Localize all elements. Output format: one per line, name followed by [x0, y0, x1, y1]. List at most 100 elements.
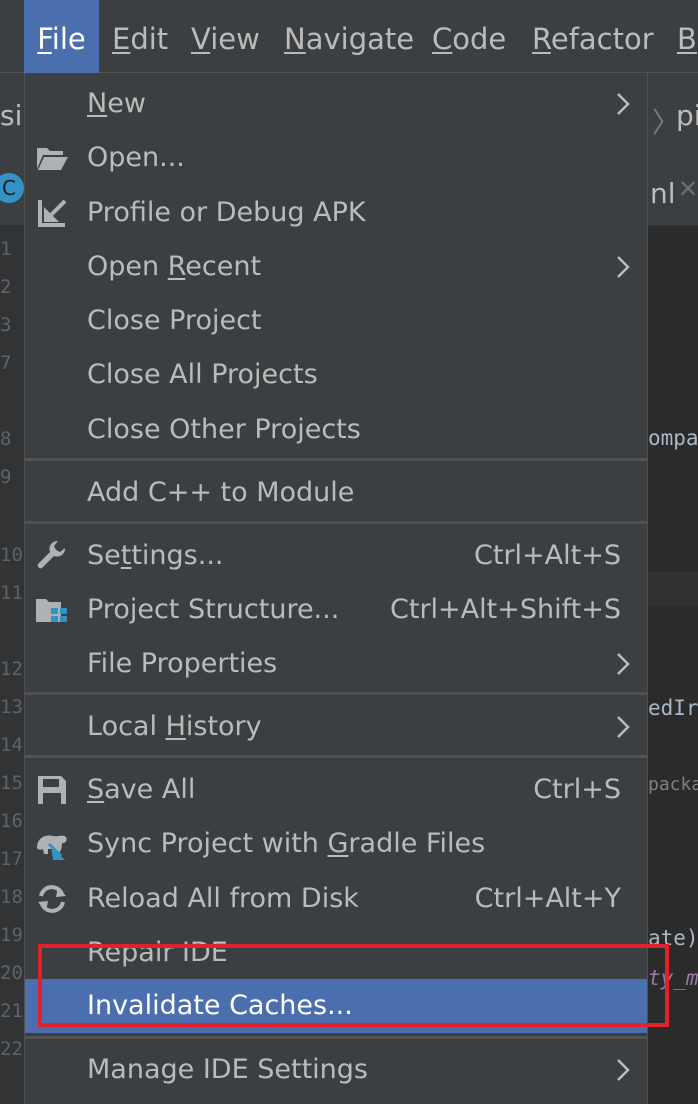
- menu-label: dit: [130, 22, 169, 56]
- folder-icon: [37, 148, 68, 170]
- menu-view[interactable]: View: [191, 0, 260, 73]
- line-number: 3: [0, 314, 12, 336]
- submenu-arrow-icon: [617, 716, 630, 738]
- menu-item-profile-debug-apk[interactable]: Profile or Debug APK: [25, 186, 647, 240]
- menu-item-close-project[interactable]: Close Project: [25, 294, 647, 348]
- line-number: 14: [0, 734, 23, 756]
- line-number: 1: [0, 238, 12, 260]
- menu-mnemonic: F: [37, 22, 52, 56]
- menu-item-settings[interactable]: Settings... Ctrl+Alt+S: [25, 529, 647, 583]
- menu-item-add-cpp-to-module[interactable]: Add C++ to Module: [25, 466, 647, 520]
- gradle-sync-icon: [37, 835, 67, 860]
- menu-item-label: Reload All from Disk: [87, 883, 359, 914]
- menu-item-open[interactable]: Open...: [25, 131, 647, 185]
- submenu-arrow-icon: [617, 653, 630, 675]
- menu-mnemonic: C: [432, 22, 453, 56]
- menu-item-project-structure[interactable]: Project Structure... Ctrl+Alt+Shift+S: [25, 583, 647, 637]
- menu-item-label: Open...: [87, 142, 185, 173]
- tab-close-icon[interactable]: ✕: [678, 175, 698, 203]
- menu-item-label: Close Project: [87, 305, 262, 336]
- menu-item-label: Profile or Debug APK: [87, 197, 366, 228]
- menu-item-label: Close Other Projects: [87, 414, 361, 445]
- menu-mnemonic: N: [284, 22, 306, 56]
- menu-item-shortcut: Ctrl+Alt+Y: [474, 883, 621, 914]
- editor-tab-label[interactable]: nl: [650, 177, 676, 210]
- menu-item-label: Open Recent: [87, 251, 262, 282]
- import-arrow-icon: [38, 199, 67, 227]
- breadcrumb-left[interactable]: si: [0, 99, 22, 132]
- menu-item-shortcut: Ctrl+Alt+S: [474, 540, 621, 571]
- highlight-annotation-box: [38, 944, 669, 1027]
- code-fragment: ompa: [648, 426, 698, 450]
- menu-mnemonic: E: [112, 22, 131, 56]
- line-number: 2: [0, 276, 12, 298]
- submenu-arrow-icon: [617, 93, 630, 115]
- menu-item-label: Manage IDE Settings: [87, 1054, 368, 1085]
- project-structure-icon: [36, 599, 67, 622]
- line-number: 9: [0, 466, 12, 488]
- menu-edit[interactable]: Edit: [112, 0, 168, 73]
- line-number: 7: [0, 352, 12, 374]
- menu-mnemonic: R: [532, 22, 551, 56]
- menu-item-local-history[interactable]: Local History: [25, 700, 647, 754]
- submenu-arrow-icon: [617, 1059, 630, 1081]
- menu-item-file-properties[interactable]: File Properties: [25, 637, 647, 691]
- menu-item-label: Add C++ to Module: [87, 477, 355, 508]
- menu-label: efactor: [550, 22, 654, 56]
- menu-item-label: Project Structure...: [87, 594, 340, 625]
- menu-item-shortcut: Ctrl+S: [533, 774, 621, 805]
- code-fragment: edIr: [648, 696, 698, 720]
- line-number: 15: [0, 772, 23, 794]
- line-number-gutter: 1 2 3 7 8 9 10 11 12 13 14 15 16 17 18 1…: [0, 226, 24, 1104]
- menu-item-close-other-projects[interactable]: Close Other Projects: [25, 403, 647, 457]
- menu-separator: [25, 755, 647, 758]
- code-fragment: packa: [648, 774, 698, 795]
- line-number: 19: [0, 924, 23, 946]
- menu-item-new[interactable]: New: [25, 77, 647, 131]
- menu-code[interactable]: Code: [432, 0, 506, 73]
- line-number: 12: [0, 658, 23, 680]
- menu-item-reload-all[interactable]: Reload All from Disk Ctrl+Alt+Y: [25, 872, 647, 926]
- menu-mnemonic: V: [191, 22, 211, 56]
- menu-separator: [25, 692, 647, 695]
- breadcrumb-right[interactable]: pi: [676, 99, 698, 132]
- menu-separator: [25, 521, 647, 524]
- line-number: 16: [0, 810, 23, 832]
- menu-item-shortcut: Ctrl+Alt+Shift+S: [390, 594, 621, 625]
- menu-item-close-all-projects[interactable]: Close All Projects: [25, 348, 647, 402]
- line-number: 8: [0, 428, 12, 450]
- menu-item-sync-gradle[interactable]: Sync Project with Gradle Files: [25, 817, 647, 871]
- menu-item-open-recent[interactable]: Open Recent: [25, 240, 647, 294]
- line-number: 18: [0, 886, 23, 908]
- line-number: 13: [0, 696, 23, 718]
- menu-separator: [25, 1036, 647, 1039]
- line-number: 20: [0, 962, 23, 984]
- menu-item-label: Save All: [87, 774, 196, 805]
- line-number: 17: [0, 848, 23, 870]
- menu-label: avigate: [305, 22, 415, 56]
- menu-item-label: Settings...: [87, 540, 224, 571]
- menu-item-label: New: [87, 88, 146, 119]
- reload-icon: [38, 885, 66, 913]
- menu-build[interactable]: B: [677, 0, 697, 73]
- save-icon: [38, 776, 66, 804]
- menu-item-manage-ide-settings[interactable]: Manage IDE Settings: [25, 1043, 647, 1097]
- menu-item-label: Local History: [87, 711, 262, 742]
- menu-label: ode: [452, 22, 507, 56]
- menu-navigate[interactable]: Navigate: [284, 0, 414, 73]
- menu-mnemonic: B: [677, 22, 697, 56]
- menu-label: ile: [51, 22, 86, 56]
- menu-item-label: File Properties: [87, 648, 278, 679]
- line-number: 10: [0, 544, 23, 566]
- menu-refactor[interactable]: Refactor: [532, 0, 654, 73]
- line-number: 11: [0, 582, 23, 604]
- menu-item-label: Sync Project with Gradle Files: [87, 828, 486, 859]
- menu-item-label: Close All Projects: [87, 359, 318, 390]
- menu-item-save-all[interactable]: Save All Ctrl+S: [25, 763, 647, 817]
- line-number: 22: [0, 1038, 23, 1060]
- menu-separator: [25, 458, 647, 461]
- menu-label: iew: [210, 22, 260, 56]
- menu-file[interactable]: File: [24, 0, 99, 73]
- tab-file-icon: C: [0, 173, 24, 203]
- line-number: 21: [0, 1000, 23, 1022]
